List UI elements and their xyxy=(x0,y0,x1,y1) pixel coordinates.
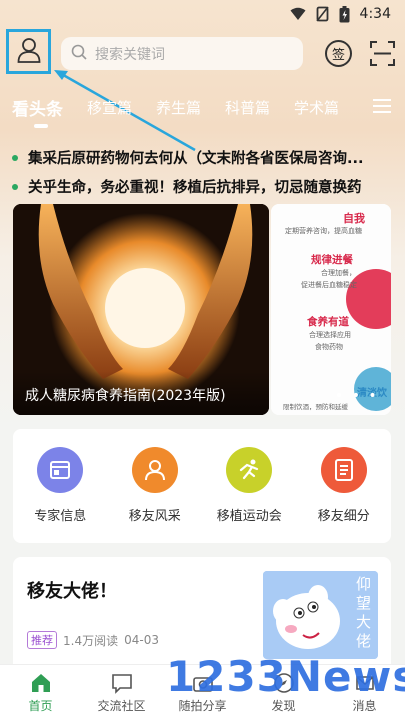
tab-science[interactable]: 科普篇 xyxy=(225,97,270,118)
tab-indicator xyxy=(34,124,48,128)
tab-headlines[interactable]: 看头条 xyxy=(12,95,63,120)
article-views: 1.4万阅读 xyxy=(63,633,119,648)
headline-text: 集采后原研药物何去何从（文末附各省医保局咨询... xyxy=(28,151,364,167)
search-box[interactable]: 搜索关键词 xyxy=(61,37,303,70)
quick-link-label: 专家信息 xyxy=(34,509,87,524)
guide-text: 合理加餐， xyxy=(321,269,356,277)
sign-in-label: 签 xyxy=(331,48,345,63)
user-icon xyxy=(17,37,41,67)
search-placeholder: 搜索关键词 xyxy=(95,46,165,63)
menu-icon[interactable] xyxy=(373,98,391,113)
nav-label: 交流社区 xyxy=(97,698,146,713)
carousel-banner[interactable]: 成人糖尿病食养指南(2023年版) xyxy=(13,204,269,415)
nav-community[interactable]: 交流社区 xyxy=(87,672,157,714)
quick-link-member-showcase[interactable]: 移友风采 xyxy=(110,447,200,524)
carousel-dots: • • • xyxy=(335,388,379,404)
runner-icon xyxy=(226,447,273,493)
article-card[interactable]: 移友大佬！ 推荐 1.4万阅读 04-03 仰望大佬 xyxy=(13,557,391,667)
chat-icon xyxy=(111,673,132,694)
calendar-icon xyxy=(37,447,84,493)
nav-home[interactable]: 首页 xyxy=(6,672,76,714)
bullet-dot xyxy=(12,154,18,161)
recommend-tag: 推荐 xyxy=(27,631,57,649)
status-time: 4:34 xyxy=(359,6,391,22)
quick-link-transplant-games[interactable]: 移植运动会 xyxy=(204,447,294,524)
carousel-next-banner[interactable]: 自我 定期营养咨询，提高血糖 规律进餐 合理加餐， 促进餐后血糖稳定 食养有道 … xyxy=(271,204,391,415)
quick-link-member-categories[interactable]: 移友细分 xyxy=(299,447,389,524)
no-sim-icon xyxy=(315,6,329,22)
status-bar: 4:34 xyxy=(0,0,405,28)
category-tabs: 看头条 移宣篇 养生篇 科普篇 学术篇 xyxy=(12,92,405,122)
guide-heading: 食养有道 xyxy=(307,316,349,328)
banner-caption: 成人糖尿病食养指南(2023年版) xyxy=(13,371,269,415)
guide-text: 促进餐后血糖稳定 xyxy=(301,281,357,289)
search-icon xyxy=(71,44,87,64)
headline-text: 关乎生命，务必重视！移植后抗排异，切忌随意换药 xyxy=(28,180,362,196)
person-icon xyxy=(131,447,178,493)
article-meta: 推荐 1.4万阅读 04-03 xyxy=(27,631,159,649)
tab-health[interactable]: 养生篇 xyxy=(156,97,201,118)
watermark-logo: 1233News xyxy=(166,652,405,701)
nav-label: 首页 xyxy=(28,698,53,713)
quick-link-label: 移友细分 xyxy=(317,509,370,524)
quick-link-label: 移友风采 xyxy=(128,509,181,524)
article-date: 04-03 xyxy=(124,633,159,647)
article-title: 移友大佬！ xyxy=(27,581,117,602)
guide-heading: 规律进餐 xyxy=(311,254,353,266)
tab-yixuan[interactable]: 移宣篇 xyxy=(87,97,132,118)
quick-link-expert-info[interactable]: 专家信息 xyxy=(15,447,105,524)
sign-in-button[interactable]: 签 xyxy=(325,40,352,67)
wifi-icon xyxy=(290,7,306,21)
battery-icon xyxy=(339,5,350,23)
bullet-dot xyxy=(12,183,18,190)
scan-button[interactable] xyxy=(369,40,396,67)
guide-text: 定期营养咨询，提高血糖 xyxy=(285,227,362,235)
scan-icon xyxy=(369,41,396,71)
user-avatar-button[interactable] xyxy=(6,29,51,74)
quick-link-label: 移植运动会 xyxy=(216,509,282,524)
guide-text: 食物药物 xyxy=(315,343,343,351)
thumb-text: 仰望大佬 xyxy=(356,575,372,650)
headline-item[interactable]: 集采后原研药物何去何从（文末附各省医保局咨询... xyxy=(12,143,392,172)
guide-text: 合理选择应用 xyxy=(309,331,351,339)
tab-academic[interactable]: 学术篇 xyxy=(294,97,339,118)
home-icon xyxy=(31,673,50,692)
document-icon xyxy=(320,447,367,493)
article-thumbnail: 仰望大佬 xyxy=(263,571,378,659)
headline-list: 集采后原研药物何去何从（文末附各省医保局咨询... 关乎生命，务必重视！移植后抗… xyxy=(12,143,392,201)
guide-heading: 自我 xyxy=(343,212,365,225)
quick-links-card: 专家信息 移友风采 移植运动会 移友细分 xyxy=(13,429,391,543)
headline-item[interactable]: 关乎生命，务必重视！移植后抗排异，切忌随意换药 xyxy=(12,172,392,201)
